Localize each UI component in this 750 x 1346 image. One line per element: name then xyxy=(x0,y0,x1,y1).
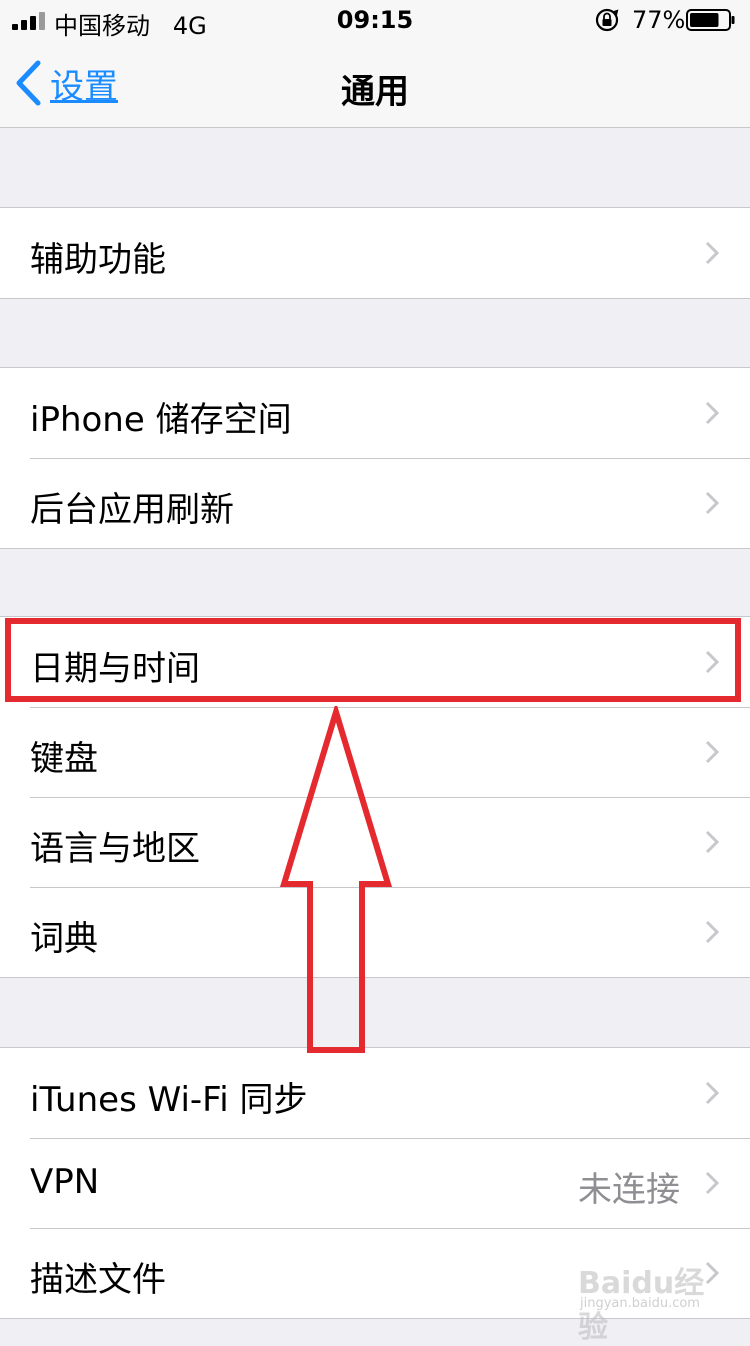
annotation-highlight-box xyxy=(5,618,741,702)
row-label: 键盘 xyxy=(30,739,98,779)
row-label: 描述文件 xyxy=(30,1260,166,1300)
chevron-right-icon xyxy=(705,920,720,944)
chevron-right-icon xyxy=(705,241,720,265)
row-background-app-refresh[interactable]: 后台应用刷新 xyxy=(0,458,750,548)
row-label: 语言与地区 xyxy=(30,829,200,869)
chevron-right-icon xyxy=(705,401,720,425)
settings-group-accessibility: 辅助功能 xyxy=(0,207,750,299)
row-accessibility[interactable]: 辅助功能 xyxy=(0,208,750,298)
chevron-right-icon xyxy=(705,830,720,854)
chevron-right-icon xyxy=(705,1171,720,1195)
row-itunes-wifi-sync[interactable]: iTunes Wi-Fi 同步 xyxy=(0,1048,750,1138)
row-iphone-storage[interactable]: iPhone 储存空间 xyxy=(0,368,750,458)
page-title: 通用 xyxy=(341,72,409,112)
chevron-right-icon xyxy=(705,491,720,515)
row-label: 后台应用刷新 xyxy=(30,490,234,530)
baidu-jingyan-watermark: Baidu经验 jingyan.baidu.com xyxy=(574,1258,724,1345)
row-label: iPhone 储存空间 xyxy=(30,400,292,440)
chevron-right-icon xyxy=(705,740,720,764)
navigation-bar: 设置 通用 xyxy=(0,40,750,128)
orientation-lock-icon xyxy=(595,8,619,32)
row-label: iTunes Wi-Fi 同步 xyxy=(30,1080,308,1120)
row-label: 词典 xyxy=(30,919,98,959)
row-label: VPN xyxy=(30,1162,100,1202)
battery-icon xyxy=(686,9,735,31)
annotation-arrow-up-icon xyxy=(279,706,393,1053)
watermark-url: jingyan.baidu.com xyxy=(580,1296,700,1311)
status-bar: 中国移动 4G 09:15 77% xyxy=(0,0,750,40)
vpn-status: 未连接 xyxy=(578,1170,680,1210)
row-vpn[interactable]: VPN 未连接 xyxy=(0,1138,750,1228)
chevron-right-icon xyxy=(705,1081,720,1105)
battery-percent: 77% xyxy=(632,6,686,34)
settings-group-storage: iPhone 储存空间 后台应用刷新 xyxy=(0,367,750,549)
row-label: 辅助功能 xyxy=(30,240,166,280)
